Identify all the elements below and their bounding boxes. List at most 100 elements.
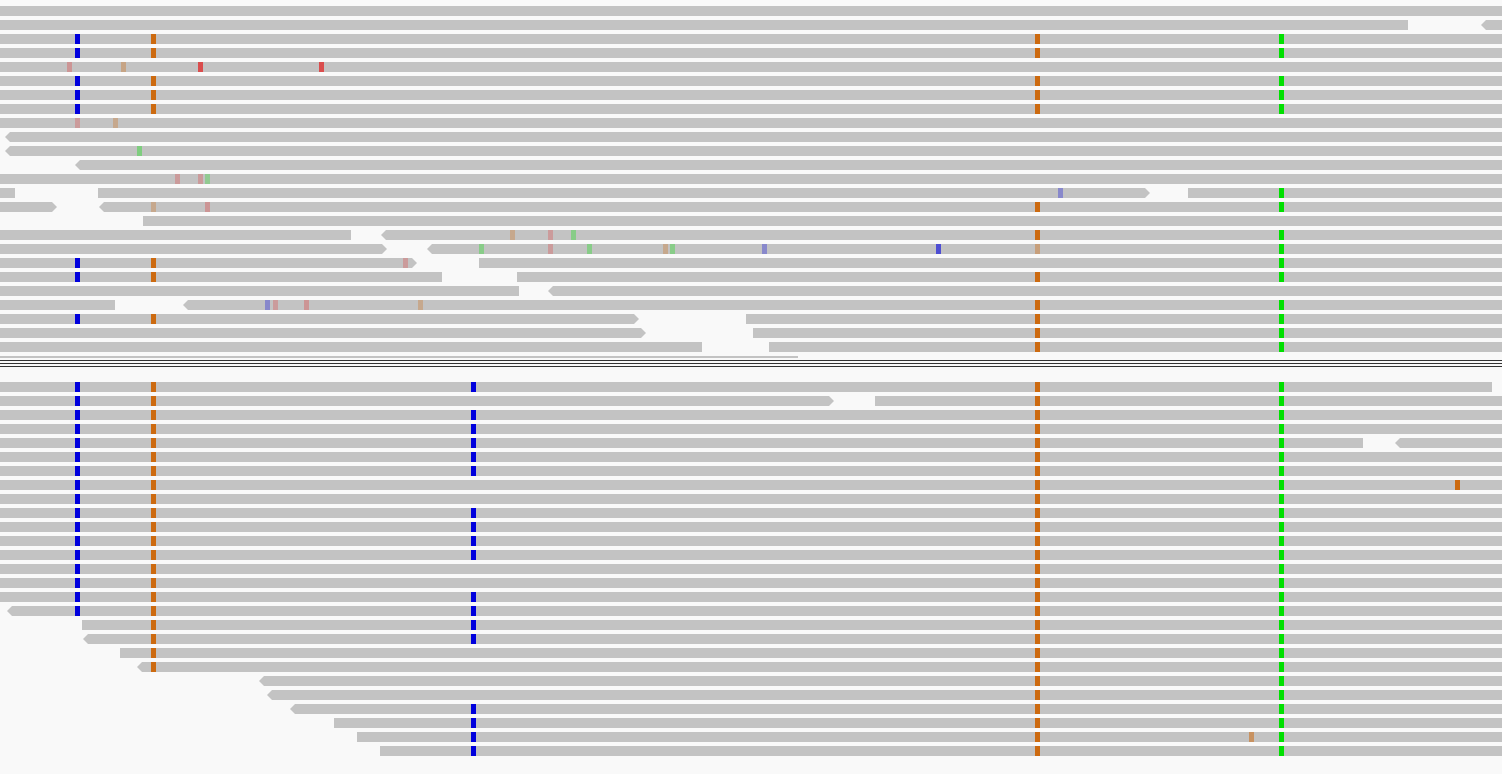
read-alignment[interactable] [0,466,1502,476]
read-alignment[interactable] [0,522,1502,532]
read-alignment[interactable] [479,258,1502,268]
read-alignment[interactable] [0,174,1502,184]
read-alignment[interactable] [357,732,1502,742]
mismatch-base [198,174,203,184]
read-alignment[interactable] [82,620,1502,630]
read-alignment[interactable] [267,690,1502,700]
read-alignment[interactable] [5,146,1502,156]
read-alignment[interactable] [0,76,1502,86]
mismatch-base [151,536,156,546]
read-alignment[interactable] [120,648,1502,658]
mismatch-base [1279,188,1284,198]
read-alignment[interactable] [381,230,1502,240]
read-alignment[interactable] [769,342,1502,352]
read-alignment[interactable] [427,244,1502,254]
mismatch-base [75,592,80,602]
read-alignment[interactable] [0,20,1408,30]
read-alignment[interactable] [0,578,1502,588]
mismatch-base [1058,188,1063,198]
read-alignment[interactable] [290,704,1502,714]
mismatch-base [548,244,553,254]
read-alignment[interactable] [5,132,1502,142]
mismatch-base [75,564,80,574]
read-alignment[interactable] [0,272,442,282]
read-alignment[interactable] [99,202,1502,212]
read-alignment[interactable] [0,6,1502,16]
read-alignment[interactable] [183,300,1502,310]
read-alignment[interactable] [0,536,1502,546]
read-alignment[interactable] [0,48,1502,58]
read-alignment[interactable] [746,314,1502,324]
read-alignment[interactable] [0,286,519,296]
read-alignment[interactable] [548,286,1502,296]
mismatch-base [1035,466,1040,476]
read-alignment[interactable] [0,202,57,212]
read-alignment[interactable] [0,494,1502,504]
read-alignment[interactable] [0,480,1502,490]
read-alignment[interactable] [0,452,1502,462]
mismatch-base [1279,550,1284,560]
read-alignment[interactable] [0,314,639,324]
mismatch-base [1279,466,1284,476]
read-alignment[interactable] [1395,438,1502,448]
read-alignment[interactable] [0,118,1502,128]
mismatch-base [471,550,476,560]
read-alignment[interactable] [98,188,1150,198]
mismatch-base [198,62,203,72]
mismatch-base [75,522,80,532]
mismatch-base [265,300,270,310]
read-alignment[interactable] [259,676,1502,686]
read-alignment[interactable] [517,272,1502,282]
read-alignment[interactable] [75,160,1502,170]
mismatch-base [1279,690,1284,700]
read-alignment[interactable] [143,216,1502,226]
mismatch-base [1279,76,1284,86]
alignment-track[interactable] [0,0,1502,774]
read-alignment[interactable] [0,438,1363,448]
read-alignment[interactable] [0,592,1502,602]
read-alignment[interactable] [0,90,1502,100]
read-alignment[interactable] [380,746,1502,756]
mismatch-base [75,118,80,128]
read-alignment[interactable] [0,188,15,198]
mismatch-base [1035,662,1040,672]
read-alignment[interactable] [0,410,1502,420]
read-alignment[interactable] [0,300,115,310]
read-alignment[interactable] [0,508,1502,518]
read-alignment[interactable] [1481,20,1502,30]
read-alignment[interactable] [0,34,1502,44]
read-alignment[interactable] [0,382,1492,392]
read-alignment[interactable] [0,550,1502,560]
read-alignment[interactable] [0,328,646,338]
read-alignment[interactable] [0,396,834,406]
read-alignment[interactable] [0,258,417,268]
mismatch-base [1035,424,1040,434]
read-alignment[interactable] [0,342,702,352]
mismatch-base [151,202,156,212]
read-alignment[interactable] [0,564,1502,574]
read-alignment[interactable] [0,244,387,254]
mismatch-base [151,90,156,100]
read-alignment[interactable] [875,396,1502,406]
group-divider [0,366,1502,367]
mismatch-base [1035,328,1040,338]
read-alignment[interactable] [753,328,1502,338]
mismatch-base [75,480,80,490]
group-divider [0,363,1502,364]
mismatch-base [75,452,80,462]
read-alignment[interactable] [0,356,798,358]
read-alignment[interactable] [334,718,1502,728]
read-alignment[interactable] [83,634,1502,644]
mismatch-base [1279,676,1284,686]
read-alignment[interactable] [0,424,1502,434]
read-alignment[interactable] [137,662,1502,672]
mismatch-base [1035,690,1040,700]
mismatch-base [175,174,180,184]
read-alignment[interactable] [0,62,1502,72]
read-alignment[interactable] [0,104,1502,114]
mismatch-base [137,146,142,156]
mismatch-base [471,592,476,602]
read-alignment[interactable] [0,230,351,240]
mismatch-base [151,494,156,504]
read-alignment[interactable] [1188,188,1502,198]
